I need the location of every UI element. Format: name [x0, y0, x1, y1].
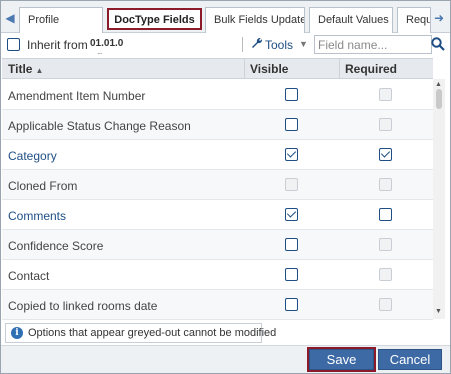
- toolbar: Inherit from 01.01.0 ... Tools ▼: [1, 33, 450, 57]
- search-icon[interactable]: [430, 36, 446, 52]
- tab-scroll-right-icon[interactable]: ➜: [433, 7, 445, 29]
- dialog-footer: Save Cancel: [1, 345, 450, 373]
- required-checkbox: [379, 88, 392, 101]
- field-title: Copied to linked rooms date: [8, 299, 158, 313]
- visible-checkbox: [285, 178, 298, 191]
- table-row: Confidence Score: [2, 230, 433, 260]
- toolbar-divider: [242, 37, 243, 52]
- info-text: Options that appear greyed-out cannot be…: [28, 327, 277, 339]
- wrench-icon: [252, 38, 262, 48]
- info-icon: i: [11, 327, 23, 339]
- column-visible-header[interactable]: Visible: [250, 62, 288, 76]
- visible-checkbox[interactable]: [285, 118, 298, 131]
- inherit-version[interactable]: 01.01.0: [90, 38, 123, 49]
- visible-checkbox[interactable]: [285, 208, 298, 221]
- tab-required[interactable]: Requ: [397, 7, 431, 33]
- inherit-checkbox[interactable]: [7, 38, 20, 51]
- inherit-more[interactable]: ...: [97, 46, 102, 56]
- scroll-up-icon[interactable]: ▲: [435, 81, 442, 88]
- info-message: i Options that appear greyed-out cannot …: [5, 323, 276, 343]
- tab-bar: ◀ Profile DocType Fields Bulk Fields Upd…: [1, 1, 450, 33]
- tools-label: Tools: [265, 38, 294, 52]
- save-button[interactable]: Save: [307, 347, 376, 372]
- visible-checkbox[interactable]: [285, 268, 298, 281]
- header-divider: [244, 59, 245, 78]
- required-checkbox: [379, 298, 392, 311]
- scroll-down-icon[interactable]: ▼: [435, 308, 442, 315]
- tools-button[interactable]: Tools: [251, 37, 293, 52]
- required-checkbox: [379, 178, 392, 191]
- required-checkbox[interactable]: [379, 148, 392, 161]
- field-title: Amendment Item Number: [8, 89, 146, 103]
- table-row: Applicable Status Change Reason: [2, 110, 433, 140]
- field-title: Comments: [8, 209, 67, 223]
- required-checkbox: [379, 238, 392, 251]
- tab-profile[interactable]: Profile: [19, 7, 103, 33]
- tab-bulk-fields-update[interactable]: Bulk Fields Update: [205, 7, 305, 33]
- header-divider: [339, 59, 340, 78]
- tab-scroll-left-icon[interactable]: ◀: [4, 7, 16, 29]
- visible-checkbox[interactable]: [285, 298, 298, 311]
- field-title: Applicable Status Change Reason: [8, 119, 191, 133]
- doctype-fields-dialog: ◀ Profile DocType Fields Bulk Fields Upd…: [0, 0, 451, 374]
- grid-header: Title ▲ Visible Required: [2, 58, 433, 79]
- tools-caret-icon[interactable]: ▼: [299, 39, 308, 49]
- sort-ascending-icon: ▲: [35, 66, 44, 75]
- table-row: Copied to linked rooms date: [2, 290, 433, 320]
- scroll-thumb[interactable]: [436, 89, 442, 109]
- table-row: Category: [2, 140, 433, 170]
- tab-default-values[interactable]: Default Values: [309, 7, 393, 33]
- column-title-header[interactable]: Title ▲: [8, 62, 43, 76]
- visible-checkbox[interactable]: [285, 148, 298, 161]
- table-row: Contact: [2, 260, 433, 290]
- table-row: Cloned From: [2, 170, 433, 200]
- required-checkbox[interactable]: [379, 208, 392, 221]
- column-title-label: Title: [8, 62, 33, 76]
- inherit-label: Inherit from: [27, 38, 88, 52]
- cancel-button[interactable]: Cancel: [378, 349, 442, 370]
- grid-scrollbar[interactable]: ▲ ▼: [433, 79, 445, 319]
- visible-checkbox[interactable]: [285, 88, 298, 101]
- fields-grid: Amendment Item Number Applicable Status C…: [2, 80, 433, 320]
- visible-checkbox[interactable]: [285, 238, 298, 251]
- column-required-header[interactable]: Required: [345, 62, 397, 76]
- tab-doctype-fields[interactable]: DocType Fields: [107, 8, 202, 30]
- field-title: Contact: [8, 269, 50, 283]
- field-title: Category: [8, 149, 57, 163]
- required-checkbox: [379, 118, 392, 131]
- field-name-search-input[interactable]: [314, 35, 432, 54]
- table-row: Comments: [2, 200, 433, 230]
- table-row: Amendment Item Number: [2, 80, 433, 110]
- field-title: Cloned From: [8, 179, 78, 193]
- required-checkbox: [379, 268, 392, 281]
- field-title: Confidence Score: [8, 239, 104, 253]
